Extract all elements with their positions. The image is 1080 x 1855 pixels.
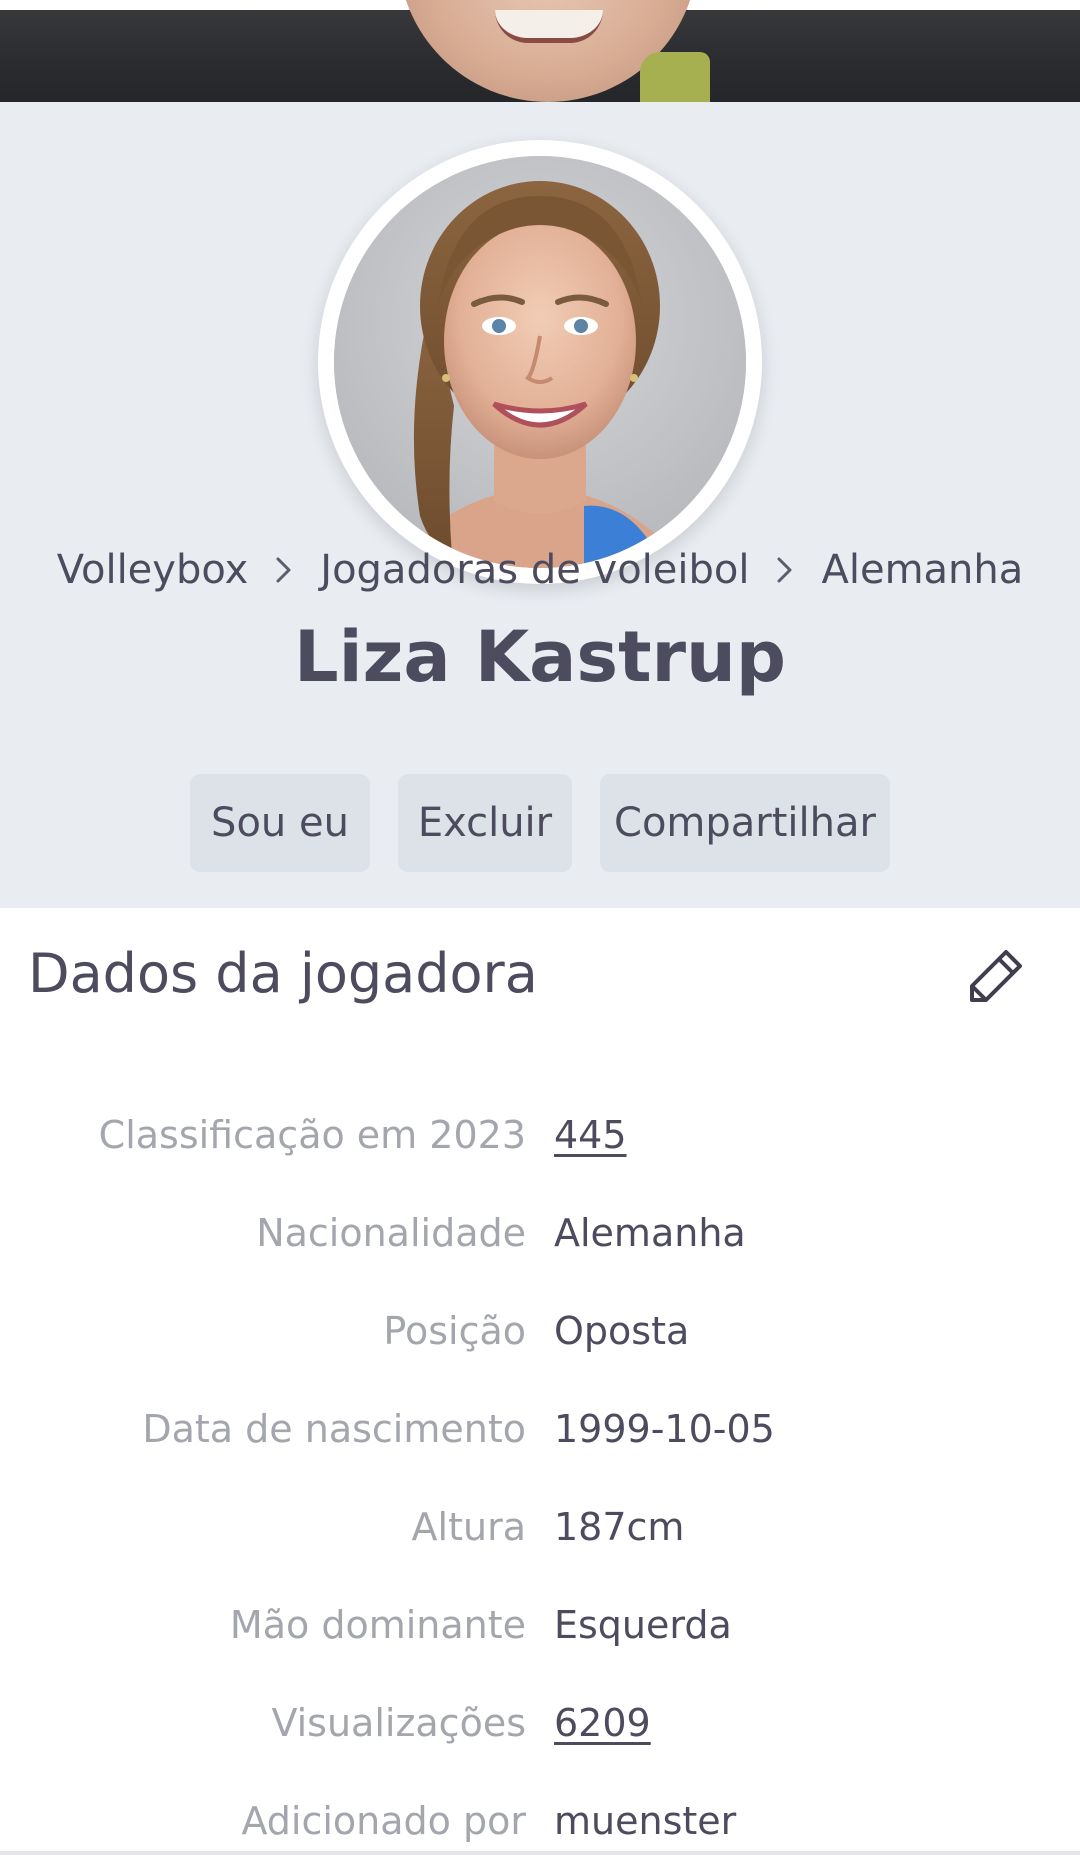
data-row-ranking: Classificação em 2023 445 bbox=[0, 1086, 1080, 1184]
breadcrumb: Volleybox Jogadoras de voleibol Alemanha bbox=[0, 540, 1080, 600]
data-value: muenster bbox=[554, 1799, 737, 1843]
views-link[interactable]: 6209 bbox=[554, 1701, 651, 1745]
data-label: Classificação em 2023 bbox=[98, 1113, 526, 1157]
player-data-list: Classificação em 2023 445 Nacionalidade … bbox=[0, 1086, 1080, 1855]
data-value: Esquerda bbox=[554, 1603, 732, 1647]
data-row-views: Visualizações 6209 bbox=[0, 1674, 1080, 1772]
player-profile-page: Volleybox Jogadoras de voleibol Alemanha… bbox=[0, 0, 1080, 1855]
chevron-right-icon bbox=[753, 555, 817, 585]
data-row-birthdate: Data de nascimento 1999-10-05 bbox=[0, 1380, 1080, 1478]
data-label: Mão dominante bbox=[229, 1603, 526, 1647]
avatar-frame bbox=[318, 140, 762, 584]
avatar-portrait bbox=[334, 156, 746, 568]
section-title: Dados da jogadora bbox=[28, 942, 538, 1005]
data-label: Data de nascimento bbox=[142, 1407, 526, 1451]
data-label: Nacionalidade bbox=[256, 1211, 526, 1255]
cover-photo-smile bbox=[495, 10, 603, 43]
breadcrumb-item-country[interactable]: Alemanha bbox=[817, 547, 1027, 593]
data-label: Visualizações bbox=[271, 1701, 526, 1745]
avatar[interactable] bbox=[334, 156, 746, 568]
data-value: 1999-10-05 bbox=[554, 1407, 775, 1451]
cover-photo bbox=[0, 0, 1080, 102]
divider bbox=[0, 1851, 1080, 1855]
pencil-icon bbox=[970, 950, 1022, 1002]
breadcrumb-item-volleybox[interactable]: Volleybox bbox=[53, 547, 253, 593]
delete-button[interactable]: Excluir bbox=[398, 774, 572, 872]
claim-profile-button[interactable]: Sou eu bbox=[190, 774, 370, 872]
action-buttons: Sou eu Excluir Compartilhar bbox=[0, 774, 1080, 872]
data-row-height: Altura 187cm bbox=[0, 1478, 1080, 1576]
data-row-added-by: Adicionado por muenster bbox=[0, 1772, 1080, 1855]
data-value: Oposta bbox=[554, 1309, 690, 1353]
data-label: Adicionado por bbox=[241, 1799, 526, 1843]
data-row-dominant-hand: Mão dominante Esquerda bbox=[0, 1576, 1080, 1674]
chevron-right-icon bbox=[252, 555, 316, 585]
breadcrumb-item-players[interactable]: Jogadoras de voleibol bbox=[316, 547, 753, 593]
share-button[interactable]: Compartilhar bbox=[600, 774, 890, 872]
player-data-section: Dados da jogadora Classificação em 2023 … bbox=[0, 908, 1080, 1855]
cover-photo-shirt bbox=[640, 52, 710, 102]
ranking-link[interactable]: 445 bbox=[554, 1113, 627, 1157]
data-row-nationality: Nacionalidade Alemanha bbox=[0, 1184, 1080, 1282]
edit-button[interactable] bbox=[958, 938, 1034, 1014]
data-value: 187cm bbox=[554, 1505, 685, 1549]
data-row-position: Posição Oposta bbox=[0, 1282, 1080, 1380]
data-label: Altura bbox=[411, 1505, 526, 1549]
page-title: Liza Kastrup bbox=[293, 616, 787, 698]
data-label: Posição bbox=[383, 1309, 526, 1353]
data-value: Alemanha bbox=[554, 1211, 746, 1255]
profile-header: Volleybox Jogadoras de voleibol Alemanha… bbox=[0, 102, 1080, 908]
